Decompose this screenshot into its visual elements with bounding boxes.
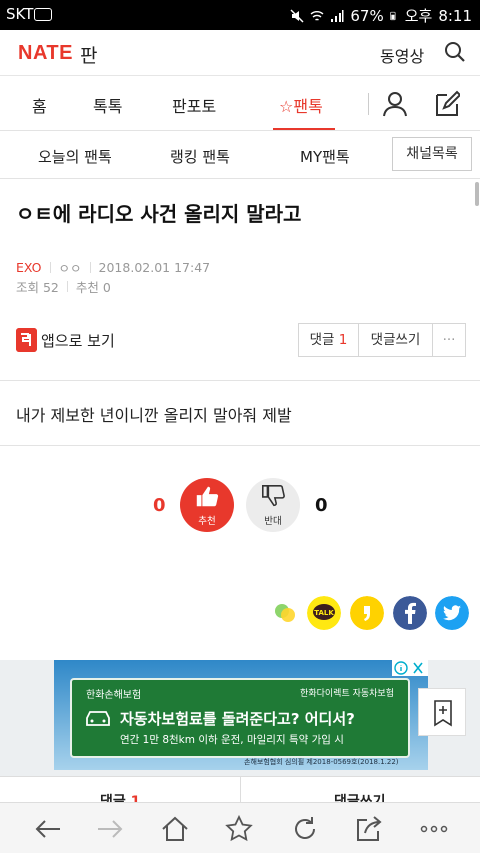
- browser-toolbar: [0, 802, 480, 853]
- mute-icon: [290, 8, 304, 23]
- bookmark-icon: [434, 700, 452, 727]
- ad-info-icon: [394, 661, 423, 675]
- upvote-button[interactable]: 추천: [180, 478, 234, 532]
- subnav-today[interactable]: 오늘의 팬톡: [38, 146, 112, 167]
- downvote-label: 반대: [264, 516, 282, 527]
- recommend-count: 추천 0: [75, 280, 111, 295]
- author-name: ㅇㅇ: [58, 261, 82, 276]
- battery-icon: [390, 11, 396, 20]
- nav-home[interactable]: 홈: [32, 93, 47, 117]
- nav-toktok[interactable]: 톡톡: [93, 93, 122, 117]
- divider: [0, 445, 480, 446]
- thumbs-up-icon: [196, 486, 219, 507]
- meta-separator: [66, 281, 68, 292]
- ad-banner[interactable]: 한화손해보험 한화다이렉트 자동차보험 자동차보험료를 돌려준다고? 어디서? …: [54, 660, 428, 770]
- star-icon[interactable]: [225, 815, 253, 843]
- channel-list-button[interactable]: 채널목록: [392, 137, 472, 171]
- time-prefix: 오후: [404, 7, 433, 25]
- kakaotalk-icon[interactable]: TALK: [307, 596, 341, 630]
- article-meta: EXO ㅇㅇ 2018.02.01 17:47: [16, 258, 210, 277]
- comment-button-group: 댓글 1 댓글쓰기 ···: [298, 323, 466, 357]
- nav-panphoto[interactable]: 판포토: [172, 93, 216, 117]
- write-icon[interactable]: [434, 90, 460, 118]
- downvote-count: 0: [315, 495, 328, 516]
- pan-app-icon[interactable]: [16, 328, 37, 352]
- comment-label: 댓글: [309, 332, 335, 348]
- write-comment-button[interactable]: 댓글쓰기: [359, 324, 433, 356]
- car-icon: [86, 711, 110, 726]
- status-bar: SKT 67% 오후 8:11: [0, 0, 480, 30]
- clock: 8:11: [438, 6, 472, 25]
- divider: [0, 380, 480, 381]
- thumbs-down-icon: [261, 484, 285, 507]
- comment-button[interactable]: 댓글 1: [299, 324, 359, 356]
- comment-tab-count: 1: [130, 794, 141, 802]
- forward-icon[interactable]: [96, 815, 124, 843]
- more-button[interactable]: ···: [433, 324, 465, 356]
- ad-headline: 자동차보험료를 돌려준다고? 어디서?: [120, 710, 355, 728]
- sub-nav: 오늘의 팬톡 랭킹 팬톡 MY팬톡 채널목록: [0, 131, 480, 179]
- main-nav: 홈 톡톡 판포토 ☆팬톡: [0, 77, 480, 131]
- category-link[interactable]: EXO: [16, 260, 42, 275]
- share-icon[interactable]: [355, 815, 383, 843]
- more-icon[interactable]: [420, 815, 448, 843]
- bookmark-button[interactable]: [418, 688, 466, 736]
- nate-logo[interactable]: NATE: [18, 42, 73, 65]
- downvote-button[interactable]: 반대: [246, 478, 300, 532]
- nav-fantalk-label: 팬톡: [293, 97, 323, 116]
- active-tab-indicator: [273, 128, 335, 130]
- twitter-icon[interactable]: [435, 596, 469, 630]
- meta-separator: [49, 262, 51, 273]
- carrier-label: SKT: [6, 5, 34, 23]
- open-in-app-link[interactable]: 앱으로 보기: [41, 330, 115, 351]
- article-title: ㅇㅌ에 라디오 사건 올리지 말라고: [16, 202, 302, 226]
- nav-divider: [368, 93, 369, 115]
- video-link[interactable]: 동영상: [380, 43, 424, 67]
- ad-brand-left: 한화손해보험: [86, 690, 142, 701]
- comment-tabs: 댓글 1 댓글쓰기: [0, 776, 480, 802]
- ad-subline: 연간 1만 8천km 이하 운전, 마일리지 특약 가입 시: [120, 734, 344, 746]
- ad-brand-right: 한화다이렉트 자동차보험: [300, 689, 394, 699]
- article-stats: 조회 52 추천 0: [16, 277, 111, 296]
- user-icon[interactable]: [382, 90, 408, 118]
- star-icon: ☆: [279, 97, 294, 116]
- back-icon[interactable]: [34, 815, 62, 843]
- ad-fine-print: 손해보험협회 심의필 제2018-0569호(2018.1.22): [244, 758, 399, 766]
- subnav-ranking[interactable]: 랭킹 팬톡: [170, 146, 230, 167]
- pan-logo[interactable]: 판: [80, 41, 97, 68]
- tab-divider: [240, 777, 241, 802]
- talk-text: TALK: [314, 609, 334, 617]
- article-body: 내가 제보한 년이니깐 올리지 말아줘 제발: [16, 406, 292, 425]
- meta-separator: [89, 262, 91, 273]
- subnav-my[interactable]: MY팬톡: [300, 146, 350, 167]
- search-icon[interactable]: [443, 40, 467, 64]
- ad-billboard: 한화손해보험 한화다이렉트 자동차보험 자동차보험료를 돌려준다고? 어디서? …: [70, 678, 410, 758]
- comment-count: 1: [338, 332, 348, 348]
- wifi-icon: [310, 10, 324, 21]
- upvote-label: 추천: [198, 516, 216, 527]
- view-count: 조회 52: [16, 280, 59, 295]
- upvote-count: 0: [153, 495, 166, 516]
- write-comment-tab[interactable]: 댓글쓰기: [334, 791, 386, 802]
- refresh-icon[interactable]: [291, 815, 319, 843]
- kakaopage-icon[interactable]: [350, 596, 384, 630]
- battery-percent: 67%: [350, 6, 384, 25]
- facebook-icon[interactable]: [393, 596, 427, 630]
- home-icon[interactable]: [161, 815, 189, 843]
- comment-tab-label: 댓글: [100, 794, 126, 802]
- kakaostory-icon[interactable]: [268, 596, 302, 630]
- site-header: NATE 판 동영상: [0, 30, 480, 76]
- signal-icon: [331, 9, 344, 22]
- scrollbar[interactable]: [475, 182, 479, 206]
- comment-tab[interactable]: 댓글 1: [100, 791, 140, 802]
- nav-fantalk[interactable]: ☆팬톡: [279, 93, 323, 117]
- message-icon: [34, 8, 52, 21]
- ad-choices[interactable]: [392, 660, 428, 676]
- post-date: 2018.02.01 17:47: [98, 260, 211, 275]
